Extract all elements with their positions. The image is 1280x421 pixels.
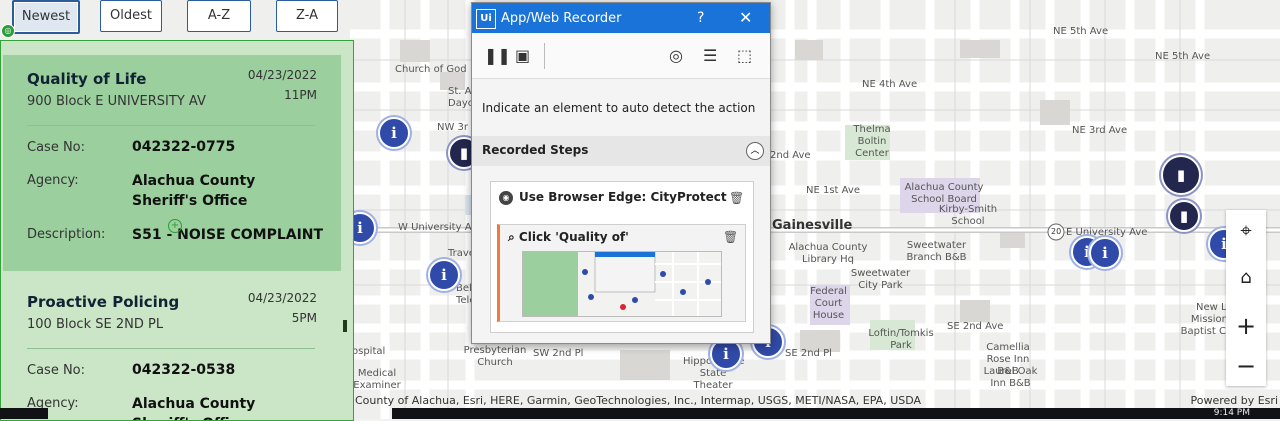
description-label: Description:	[27, 227, 106, 242]
taskbar-start	[0, 408, 48, 419]
map-label: Alachua County School Board	[904, 182, 984, 205]
vandalism-marker-icon[interactable]: ▮	[1161, 155, 1201, 195]
save-icon[interactable]: ▣	[515, 46, 530, 65]
thumbnail-image	[523, 252, 721, 316]
map-label: W University Av	[398, 222, 477, 233]
recorder-window[interactable]: Ui App/Web Recorder ? ✕ ❚❚ ▣ ◎ ☰ ⬚ Indic…	[471, 2, 771, 344]
recorder-hint: Indicate an element to auto detect the a…	[482, 101, 756, 115]
uipath-logo-icon: Ui	[476, 9, 496, 29]
checklist-icon[interactable]: ☰	[703, 46, 717, 65]
map-attribution: County of Alachua, Esri, HERE, Garmin, G…	[355, 394, 922, 407]
map-label: Loftin/Tomkis Park	[868, 328, 934, 351]
map-label: Thelma Boltin Center	[853, 124, 891, 159]
map-label: Kirby-Smith School	[938, 204, 998, 227]
toolbar-divider	[544, 43, 545, 69]
map-label: NE 5th Ave	[1155, 51, 1211, 62]
route-shield: 20	[1051, 227, 1062, 236]
map-label-city: Gainesville	[772, 218, 853, 233]
recorded-steps-header[interactable]: Recorded Steps ︿	[472, 136, 770, 166]
pause-icon[interactable]: ❚❚	[484, 46, 511, 65]
substep-label: Click 'Quality of'	[518, 230, 629, 244]
incident-time: 11PM	[284, 88, 317, 102]
powered-by-esri[interactable]: Powered by Esri	[1190, 394, 1278, 407]
taskbar	[392, 408, 1280, 419]
incident-marker-icon[interactable]: i	[1089, 237, 1121, 269]
incident-title: Quality of Life	[27, 70, 147, 88]
target-icon[interactable]: ◎	[669, 46, 683, 65]
map-label: Sweetwater Branch B&B	[906, 240, 967, 263]
incident-marker-icon[interactable]: i	[378, 117, 410, 149]
map-label: Alachua County Library Hq	[788, 242, 868, 265]
map-label: Medical Examiner	[353, 368, 401, 391]
map-label: Sweetwater City Park	[850, 268, 911, 291]
incident-date: 04/23/2022	[247, 291, 317, 305]
sort-newest-button[interactable]: Newest	[12, 0, 80, 34]
agency-label: Agency:	[27, 173, 79, 188]
collapse-chevron-icon[interactable]: ︿	[746, 142, 764, 160]
home-icon[interactable]: ⌂	[1226, 258, 1266, 298]
map-label: SE 2nd Ave	[947, 321, 1004, 332]
close-icon[interactable]: ✕	[739, 8, 752, 27]
description-value: S51 - NOISE COMPLAINT	[132, 227, 324, 243]
case-number: 042322-0775	[132, 139, 236, 155]
incident-address: 100 Block SE 2ND PL	[27, 317, 164, 332]
recorder-toolbar: ❚❚ ▣ ◎ ☰ ⬚	[472, 33, 770, 79]
sort-oldest-button[interactable]: Oldest	[100, 0, 162, 32]
divider	[27, 125, 315, 126]
vandalism-marker-icon[interactable]: ▮	[1168, 200, 1200, 232]
locate-icon[interactable]: ⌖	[1226, 210, 1266, 250]
scrollbar-thumb[interactable]	[343, 320, 347, 332]
map-label: St. A Dayc	[448, 86, 474, 109]
agency-value: Alachua County Sheriff's Office	[132, 173, 256, 209]
map-label: Presbyterian Church	[463, 345, 527, 368]
map-label: Church of God	[395, 64, 467, 75]
help-icon[interactable]: ?	[697, 10, 704, 26]
map-label: Federal Court House	[810, 286, 847, 321]
step-title: ◉ Use Browser Edge: CityProtect	[499, 190, 727, 205]
recorder-title: App/Web Recorder	[501, 11, 622, 26]
case-number: 042322-0538	[132, 362, 236, 378]
cursor-crosshair-icon: +	[168, 219, 182, 233]
incident-address: 900 Block E UNIVERSITY AV	[27, 94, 206, 109]
incident-card[interactable]: Proactive Policing 100 Block SE 2ND PL 0…	[3, 271, 341, 420]
sort-za-button[interactable]: Z-A	[276, 0, 338, 32]
zoom-out-icon[interactable]: −	[1226, 346, 1266, 386]
recorded-step[interactable]: ◉ Use Browser Edge: CityProtect 🗑 ⌕ Click…	[490, 181, 754, 333]
map-label: NE 1st Ave	[806, 185, 860, 196]
map-label: NE 5th Ave	[1053, 26, 1109, 37]
incident-marker-icon[interactable]: i	[428, 259, 460, 291]
panel-handle-icon[interactable]: ◎	[1, 24, 15, 38]
substep-title: ⌕ Click 'Quality of'	[508, 230, 629, 244]
sort-az-button[interactable]: A-Z	[187, 0, 251, 32]
recorded-substep[interactable]: ⌕ Click 'Quality of' 🗑	[497, 224, 746, 322]
map-label: ospital	[352, 346, 386, 357]
map-label: Laurel Oak Inn B&B	[983, 366, 1038, 389]
zoom-in-icon[interactable]: +	[1226, 306, 1266, 346]
step-label: Use Browser Edge: CityProtect	[519, 190, 727, 204]
map-label: SW 2nd Pl	[533, 348, 584, 359]
incident-card-selected[interactable]: Quality of Life 900 Block E UNIVERSITY A…	[3, 55, 341, 271]
edge-browser-icon: ◉	[499, 190, 513, 205]
map-label: NE 3rd Ave	[1072, 125, 1128, 136]
delete-step-icon[interactable]: 🗑	[729, 191, 744, 205]
case-label: Case No:	[27, 363, 86, 378]
map-controls: ⌖ ⌂ + −	[1226, 210, 1266, 386]
incident-title: Proactive Policing	[27, 293, 180, 311]
map-label: NE 4th Ave	[862, 79, 918, 90]
map-label: NW 3r	[437, 122, 469, 133]
screen-select-icon[interactable]: ⬚	[737, 46, 752, 65]
map-label: 2nd Ave	[770, 150, 811, 161]
incident-date: 04/23/2022	[247, 68, 317, 82]
delete-substep-icon[interactable]: 🗑	[723, 230, 738, 244]
case-label: Case No:	[27, 140, 86, 155]
recorder-titlebar[interactable]: Ui App/Web Recorder ? ✕	[472, 3, 770, 33]
recorded-steps-title: Recorded Steps	[482, 143, 589, 157]
map-label: SE 2nd Pl	[785, 348, 832, 359]
taskbar-clock: 9:14 PM	[1213, 408, 1250, 418]
step-screenshot-thumbnail	[522, 251, 722, 317]
incident-time: 5PM	[291, 311, 317, 325]
agency-value: Alachua County Sheriff's Office	[132, 396, 256, 420]
divider	[27, 348, 315, 349]
